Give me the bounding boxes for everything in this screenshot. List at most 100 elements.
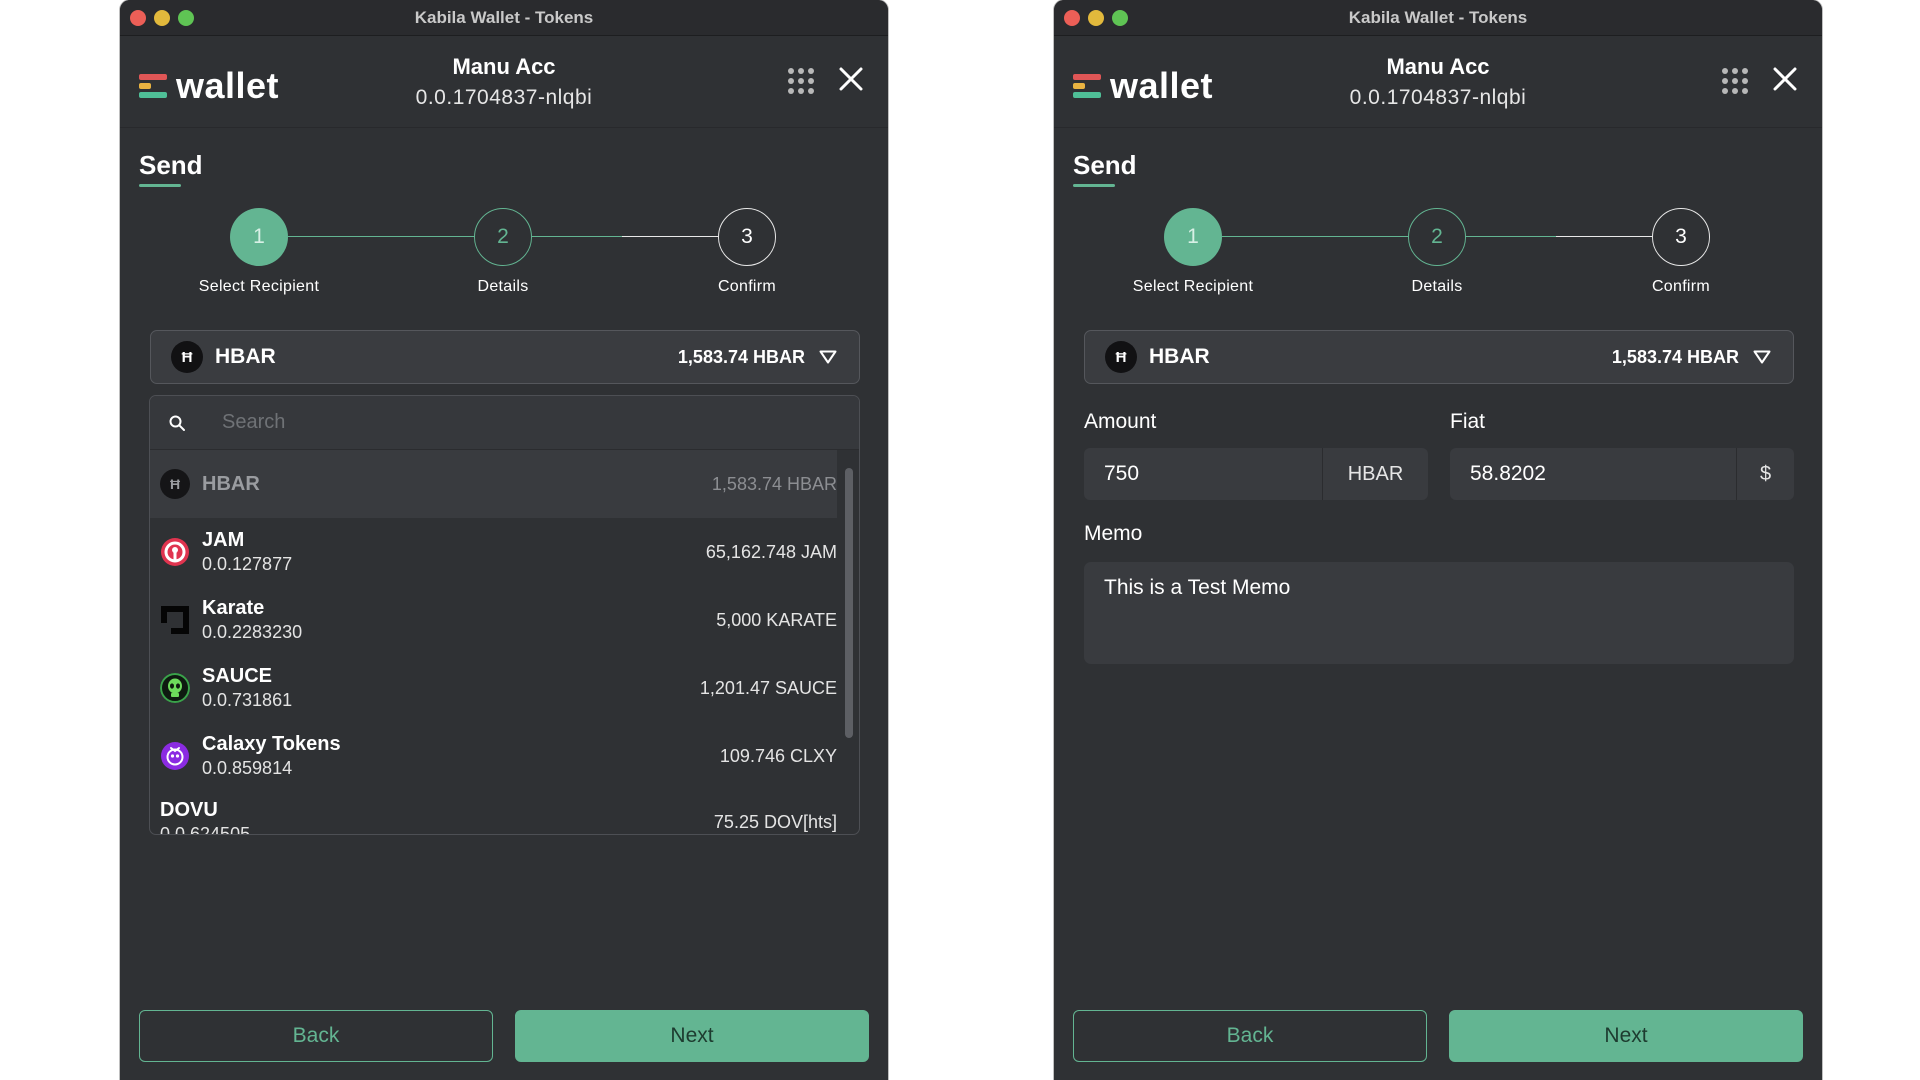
token-balance: 65,162.748 JAM [705, 541, 837, 562]
back-button[interactable]: Back [139, 1010, 493, 1062]
token-id: 0.0.2283230 [202, 621, 303, 642]
step-3-circle: 3 [1652, 208, 1710, 266]
apps-grid-icon[interactable] [1722, 68, 1748, 94]
scrollbar-thumb[interactable] [845, 468, 853, 738]
send-stepper: 1 2 3 Select Recipient Details Confirm [120, 208, 888, 298]
calaxy-icon [161, 742, 189, 770]
token-list-item[interactable]: Calaxy Tokens 0.0.859814 109.746 CLXY [150, 722, 837, 790]
wallet-window-token-list: Kabila Wallet - Tokens wallet Manu Acc 0… [120, 0, 888, 1080]
fiat-input[interactable] [1450, 448, 1736, 500]
step-connector [1556, 236, 1652, 237]
step-3-label: Confirm [1651, 278, 1711, 295]
selected-token-balance: 1,583.74 HBAR [677, 346, 805, 367]
hbar-icon: Ħ [171, 341, 203, 373]
sauce-icon [160, 673, 190, 703]
token-balance: 5,000 KARATE [716, 609, 837, 630]
step-1-label: Select Recipient [198, 278, 320, 295]
token-dropdown-list: Ħ HBAR 1,583.74 HBAR JAM 0.0.127877 65,1… [149, 395, 860, 835]
window-title: Kabila Wallet - Tokens [1348, 7, 1528, 27]
window-titlebar: Kabila Wallet - Tokens [120, 0, 888, 36]
token-text: Calaxy Tokens 0.0.859814 [202, 732, 341, 780]
token-name: DOVU [160, 799, 218, 821]
token-id: 0.0.624505 [160, 824, 251, 835]
token-list-item[interactable]: Karate 0.0.2283230 5,000 KARATE [150, 586, 837, 654]
next-button[interactable]: Next [1449, 1010, 1803, 1062]
window-controls [1064, 10, 1128, 26]
fiat-currency-symbol: $ [1736, 448, 1794, 500]
step-2-circle: 2 [1408, 208, 1466, 266]
token-search [150, 396, 859, 450]
account-name: Manu Acc [1386, 54, 1490, 79]
hbar-icon: Ħ [1105, 341, 1137, 373]
maximize-window-button[interactable] [178, 10, 194, 26]
window-title: Kabila Wallet - Tokens [414, 7, 594, 27]
token-text: Karate 0.0.2283230 [202, 596, 302, 644]
close-window-button[interactable] [1064, 10, 1080, 26]
token-name: Calaxy Tokens [202, 732, 341, 755]
memo-textarea[interactable]: This is a Test Memo [1084, 562, 1794, 664]
back-button[interactable]: Back [1073, 1010, 1427, 1062]
minimize-window-button[interactable] [154, 10, 170, 26]
step-connector [622, 236, 718, 237]
chevron-down-icon[interactable] [1753, 350, 1771, 364]
step-3-circle: 3 [718, 208, 776, 266]
amount-input[interactable] [1084, 448, 1322, 500]
token-id: 0.0.127877 [202, 553, 293, 574]
step-connector [532, 236, 622, 237]
hbar-icon: Ħ [160, 469, 190, 499]
close-window-button[interactable] [130, 10, 146, 26]
fiat-field: $ [1450, 448, 1794, 500]
token-text: SAUCE 0.0.731861 [202, 664, 292, 712]
apps-grid-icon[interactable] [788, 68, 814, 94]
token-balance: 109.746 CLXY [719, 745, 837, 766]
step-1-circle: 1 [230, 208, 288, 266]
token-name: Karate [202, 596, 265, 619]
close-icon[interactable] [838, 66, 864, 92]
selected-token-name: HBAR [1149, 345, 1210, 368]
token-id: 0.0.731861 [202, 689, 293, 710]
token-balance: 1,583.74 HBAR [711, 473, 837, 494]
step-connector [288, 236, 474, 237]
page-title-underline [1073, 184, 1115, 187]
account-info: Manu Acc 0.0.1704837-nlqbi [120, 54, 888, 110]
amount-label: Amount [1084, 410, 1157, 433]
amount-field: HBAR [1084, 448, 1428, 500]
token-name: SAUCE [202, 664, 273, 687]
step-1-label: Select Recipient [1132, 278, 1254, 295]
token-list-scrollbar[interactable] [845, 458, 853, 818]
app-header: wallet Manu Acc 0.0.1704837-nlqbi [1054, 36, 1822, 128]
send-stepper: 1 2 3 Select Recipient Details Confirm [1054, 208, 1822, 298]
memo-label: Memo [1084, 522, 1143, 545]
token-list-item[interactable]: JAM 0.0.127877 65,162.748 JAM [150, 518, 837, 586]
token-text: JAM 0.0.127877 [202, 528, 292, 576]
token-name: HBAR [202, 473, 260, 495]
jam-icon [161, 538, 189, 566]
token-select[interactable]: Ħ HBAR 1,583.74 HBAR [1084, 330, 1794, 384]
search-input[interactable] [222, 411, 722, 434]
step-1-circle: 1 [1164, 208, 1222, 266]
token-list-item[interactable]: DOVU 0.0.624505 75.25 DOV[hts] [150, 790, 837, 835]
search-icon [169, 415, 185, 431]
minimize-window-button[interactable] [1088, 10, 1104, 26]
window-titlebar: Kabila Wallet - Tokens [1054, 0, 1822, 36]
step-connector [1466, 236, 1556, 237]
page-title: Send [139, 150, 203, 180]
selected-token-name: HBAR [215, 345, 276, 368]
amount-unit: HBAR [1322, 448, 1428, 500]
token-text: HBAR [202, 472, 260, 496]
account-info: Manu Acc 0.0.1704837-nlqbi [1054, 54, 1822, 110]
selected-token-balance: 1,583.74 HBAR [1611, 346, 1739, 367]
token-list-item[interactable]: Ħ HBAR 1,583.74 HBAR [150, 450, 837, 518]
token-select[interactable]: Ħ HBAR 1,583.74 HBAR [150, 330, 860, 384]
close-icon[interactable] [1772, 66, 1798, 92]
maximize-window-button[interactable] [1112, 10, 1128, 26]
token-balance: 1,201.47 SAUCE [699, 677, 837, 698]
app-header: wallet Manu Acc 0.0.1704837-nlqbi [120, 36, 888, 128]
fiat-label: Fiat [1450, 410, 1486, 433]
chevron-down-icon[interactable] [819, 350, 837, 364]
step-connector [1222, 236, 1408, 237]
token-list-item[interactable]: SAUCE 0.0.731861 1,201.47 SAUCE [150, 654, 837, 722]
page-title: Send [1073, 150, 1137, 180]
step-2-circle: 2 [474, 208, 532, 266]
next-button[interactable]: Next [515, 1010, 869, 1062]
